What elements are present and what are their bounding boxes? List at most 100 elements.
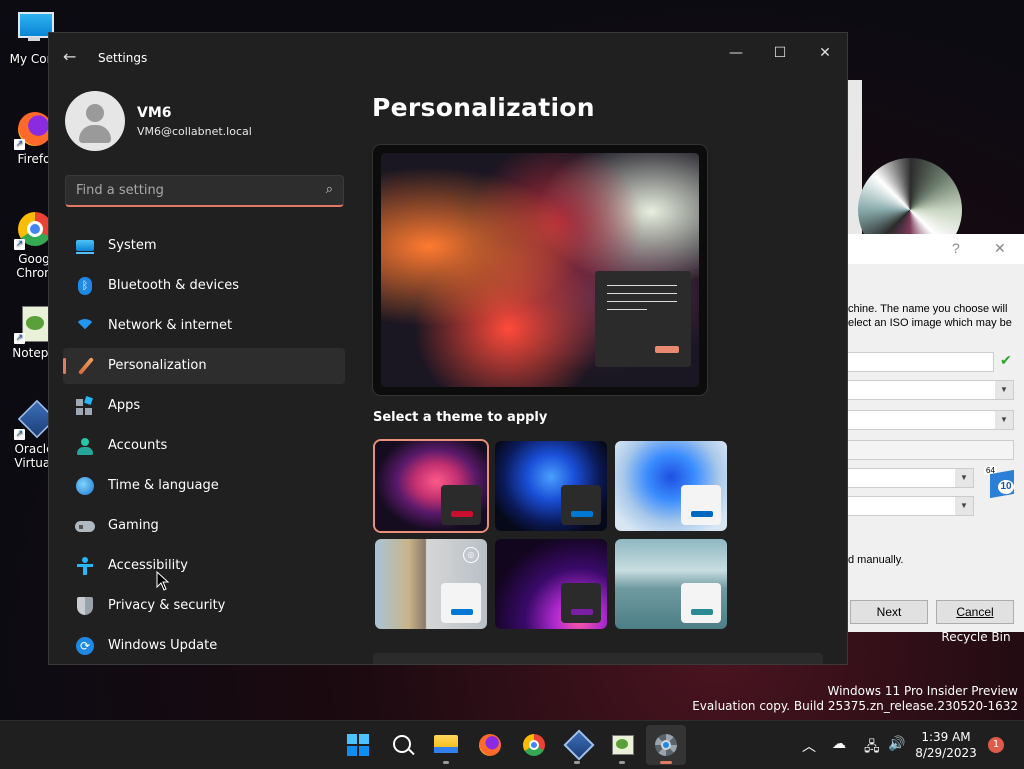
search-input[interactable] [74,182,308,199]
start-icon [347,734,369,756]
theme-sample-window [441,485,481,525]
sidebar-item-accounts[interactable]: Accounts [63,428,345,464]
sidebar-item-windows-update[interactable]: ⟳ Windows Update [63,628,345,664]
start-button[interactable] [338,725,378,765]
minimize-button[interactable]: — [721,41,751,65]
sidebar-item-time-language[interactable]: Time & language [63,468,345,504]
sidebar-item-accessibility[interactable]: Accessibility [63,548,345,584]
volume-icon[interactable]: 🔊 [888,736,905,752]
page-title: Personalization [372,93,595,122]
theme-sample-window [561,485,601,525]
theme-tile-sunrise[interactable] [495,539,607,629]
iso-select[interactable]: ▼ [848,410,1014,430]
taskbar-virtualbox[interactable] [557,725,597,765]
tray-chevron-icon[interactable]: ︿ [802,736,816,756]
next-section-card [373,653,823,664]
windows-watermark: Windows 11 Pro Insider Preview Evaluatio… [692,684,1018,713]
theme-accent-swatch [691,511,713,517]
user-email: VM6@collabnet.local [137,125,252,138]
theme-tile-captured-motion[interactable]: ◎ [375,539,487,629]
taskbar-firefox[interactable] [470,725,510,765]
avatar[interactable] [65,91,125,151]
valid-check-icon: ✔ [1000,352,1012,368]
chevron-down-icon: ▼ [995,411,1013,429]
theme-tile-glow[interactable] [375,441,487,531]
theme-sample-window [681,485,721,525]
search-box[interactable]: ⌕ [65,175,344,207]
version-select[interactable]: ▼ [848,496,974,516]
gamepad-icon [75,517,95,535]
taskbar-notepad-plus[interactable] [602,725,642,765]
shield-icon [75,597,95,615]
theme-tile-flow[interactable] [615,539,727,629]
maximize-button[interactable]: ☐ [765,41,795,65]
theme-accent-swatch [451,511,473,517]
user-name: VM6 [137,105,172,121]
theme-sample-window [681,583,721,623]
sidebar-item-apps[interactable]: Apps [63,388,345,424]
wifi-icon [75,317,95,339]
onedrive-icon[interactable]: ☁ [832,736,846,752]
taskbar-search-button[interactable] [382,725,422,765]
preview-window [595,271,691,367]
theme-tile-bloom-light[interactable] [615,441,727,531]
chevron-down-icon: ▼ [995,381,1013,399]
unattended-text: d manually. [848,554,904,566]
taskbar-file-explorer[interactable] [426,725,466,765]
sidebar-item-system[interactable]: System [63,228,345,264]
close-icon[interactable]: ✕ [994,240,1006,257]
bluetooth-icon: ᛒ [75,277,95,295]
theme-sample-window [561,583,601,623]
camera-icon: ◎ [463,547,479,563]
os-windows10-icon: 64 10 [984,466,1016,499]
recycle-bin-label[interactable]: Recycle Bin [936,630,1016,644]
taskbar: ︿ ☁ 🖧 🔊 1:39 AM 8/29/2023 1 [0,720,1024,769]
accounts-icon [75,437,95,455]
search-icon[interactable]: ⌕ [326,182,333,197]
mouse-cursor-icon [156,571,170,591]
sidebar-item-network[interactable]: Network & internet [63,308,345,344]
back-arrow-icon[interactable]: ← [63,47,76,66]
next-button[interactable]: Next [850,600,928,624]
apps-icon [75,396,95,415]
type-select[interactable]: ▼ [848,468,974,488]
chevron-down-icon: ▼ [955,497,973,515]
clock[interactable]: 1:39 AM 8/29/2023 [908,729,984,761]
theme-tile-bloom-dark[interactable] [495,441,607,531]
taskbar-chrome[interactable] [514,725,554,765]
folder-select[interactable]: ▼ [848,380,1014,400]
notification-badge[interactable]: 1 [988,737,1004,753]
sidebar-item-bluetooth[interactable]: ᛒ Bluetooth & devices [63,268,345,304]
cancel-button[interactable]: Cancel [936,600,1014,624]
background-dialog: ? ✕ chine. The name you choose will elec… [848,234,1024,632]
dialog-description: chine. The name you choose will elect an… [848,303,1012,329]
theme-accent-swatch [451,609,473,615]
system-icon [75,237,95,255]
window-title: Settings [98,51,148,65]
preview-accent-bar [655,346,679,353]
sidebar-item-privacy[interactable]: Privacy & security [63,588,345,624]
taskbar-settings[interactable] [646,725,686,765]
sidebar-item-gaming[interactable]: Gaming [63,508,345,544]
sidebar-item-personalization[interactable]: Personalization [63,348,345,384]
help-icon[interactable]: ? [952,240,960,256]
theme-preview [373,145,707,395]
brush-icon [75,357,95,375]
accessibility-icon [75,557,95,575]
theme-section-label: Select a theme to apply [373,410,548,425]
virtualbox-icon [563,729,595,761]
firefox-icon [479,734,501,756]
network-icon[interactable]: 🖧 [864,736,880,760]
sidebar-nav: System ᛒ Bluetooth & devices Network & i… [63,228,345,664]
theme-accent-swatch [571,511,593,517]
edition-select[interactable] [848,440,1014,460]
theme-sample-window [441,583,481,623]
dialog-titlebar: ? ✕ [848,234,1024,264]
globe-icon [75,477,95,495]
chevron-down-icon: ▼ [955,469,973,487]
theme-accent-swatch [571,609,593,615]
name-field[interactable] [848,352,994,372]
active-indicator [63,358,66,374]
theme-accent-swatch [691,609,713,615]
close-button[interactable]: ✕ [810,41,840,65]
